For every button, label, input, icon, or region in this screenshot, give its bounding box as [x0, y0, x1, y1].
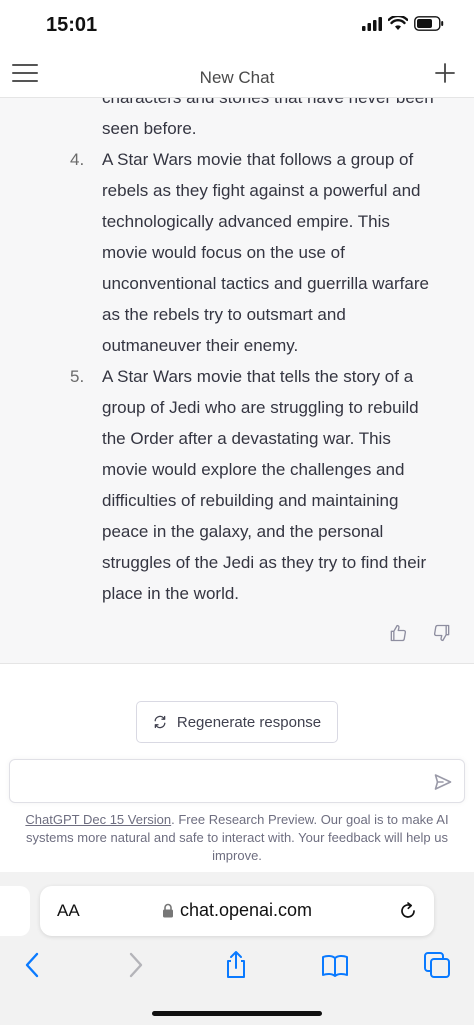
chevron-left-icon[interactable] — [18, 950, 48, 980]
thumbs-down-icon[interactable] — [432, 623, 452, 643]
address-bar[interactable]: AA chat.openai.com — [40, 886, 434, 936]
message-line: unconventional tactics and guerrilla war… — [102, 274, 429, 293]
message-line: movie would focus on the use of — [102, 243, 345, 262]
status-icons — [362, 16, 444, 31]
status-bar: 15:01 — [0, 0, 474, 52]
url-display: chat.openai.com — [40, 900, 434, 921]
send-icon[interactable] — [434, 773, 452, 791]
list-item: 4. A Star Wars movie that follows a grou… — [0, 144, 474, 361]
previous-tab[interactable] — [0, 886, 30, 936]
home-indicator — [152, 1011, 322, 1016]
plus-icon[interactable] — [434, 62, 456, 84]
message-line: peace in the galaxy, and the personal — [102, 522, 384, 541]
regenerate-label: Regenerate response — [176, 713, 322, 731]
regenerate-button[interactable]: Regenerate response — [136, 701, 338, 743]
message-line: movie would explore the challenges and — [102, 460, 405, 479]
chat-header: New Chat — [0, 52, 474, 98]
message-line: rebels as they fight against a powerful … — [102, 181, 421, 200]
tabs-icon[interactable] — [422, 950, 452, 980]
list-item: 5. A Star Wars movie that tells the stor… — [0, 361, 474, 609]
version-link[interactable]: ChatGPT Dec 15 Version — [25, 812, 171, 827]
reload-icon[interactable] — [398, 901, 418, 921]
message-line: the Order after a devastating war. This — [102, 429, 391, 448]
battery-icon — [414, 16, 444, 31]
message-line: characters and stories that have never b… — [0, 98, 474, 113]
message-line: outmaneuver their enemy. — [102, 336, 299, 355]
message-line: as the rebels try to outsmart and — [102, 305, 346, 324]
message-line: technologically advanced empire. This — [102, 212, 390, 231]
chevron-right-icon[interactable] — [120, 950, 150, 980]
wifi-icon — [388, 16, 408, 30]
book-icon[interactable] — [320, 950, 350, 980]
lock-icon — [162, 903, 173, 918]
thumbs-up-icon[interactable] — [388, 623, 408, 643]
signal-icon — [362, 16, 382, 31]
browser-chrome: AA chat.openai.com — [0, 872, 474, 1025]
browser-toolbar — [0, 950, 474, 990]
page-title: New Chat — [199, 68, 275, 87]
status-time: 15:01 — [46, 14, 98, 36]
disclaimer: ChatGPT Dec 15 Version. Free Research Pr… — [8, 811, 466, 865]
refresh-icon — [154, 715, 166, 729]
list-item-number: 5. — [70, 367, 85, 386]
message-line: struggles of the Jedi as they try to fin… — [102, 553, 427, 572]
message-line: seen before. — [102, 119, 197, 138]
list-item-number: 4. — [70, 150, 85, 169]
feedback-buttons — [388, 623, 452, 643]
message-line: group of Jedi who are struggling to rebu… — [102, 398, 419, 417]
assistant-message: characters and stories that have never b… — [0, 98, 474, 664]
message-line: difficulties of rebuilding and maintaini… — [102, 491, 399, 510]
message-text: characters and stories that have never b… — [0, 98, 474, 609]
share-icon[interactable] — [221, 950, 251, 980]
message-line: place in the world. — [102, 584, 240, 603]
message-input[interactable] — [9, 759, 465, 803]
url-text: chat.openai.com — [179, 900, 313, 920]
